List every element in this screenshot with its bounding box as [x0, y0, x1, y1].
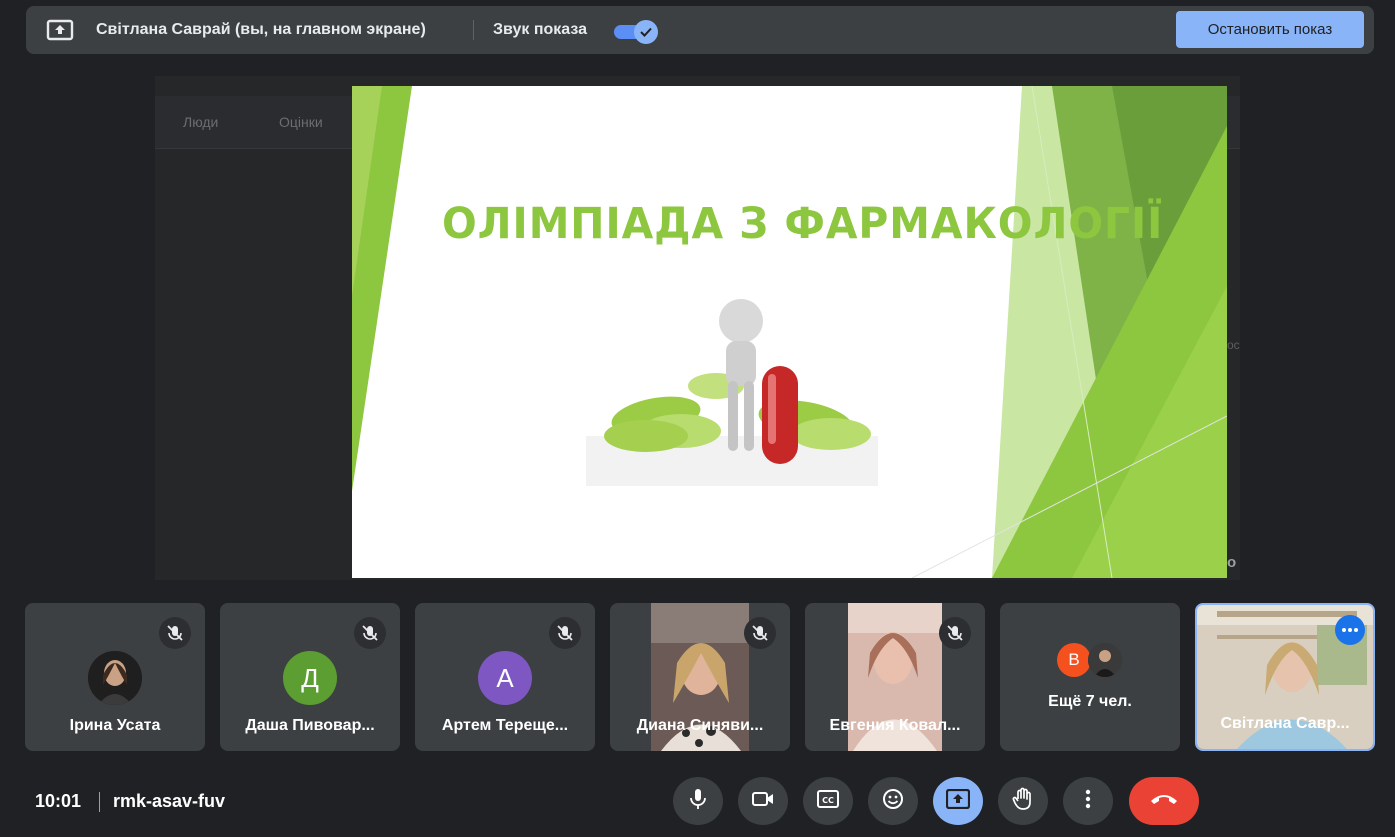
participant-name: Даша Пивовар... [245, 717, 375, 734]
participant-tile[interactable]: А Артем Терещe... [415, 603, 595, 751]
background-tab-grades: Оцінки [279, 114, 323, 130]
meeting-code: rmk-asav-fuv [113, 791, 226, 811]
participant-name: Диана Синяви... [636, 717, 764, 734]
hand-icon [1012, 787, 1034, 816]
participant-tile[interactable]: Евгения Ковал... [805, 603, 985, 751]
mic-off-icon [744, 617, 776, 649]
avatar [1088, 643, 1122, 677]
stop-presenting-button[interactable]: Остановить показ [1176, 11, 1364, 48]
participant-tile[interactable]: Диана Синяви... [610, 603, 790, 751]
pills-figure-image [586, 286, 878, 486]
presenting-bar: Світлана Саврай (вы, на главном экране) … [26, 6, 1374, 54]
background-fragment: о [1227, 554, 1237, 571]
check-icon [634, 20, 658, 44]
mic-off-icon [549, 617, 581, 649]
camera-button[interactable] [738, 777, 788, 825]
present-button[interactable] [933, 777, 983, 825]
mic-off-icon [939, 617, 971, 649]
self-view-tile[interactable]: Світлана Савр... [1195, 603, 1375, 751]
more-options-button[interactable] [1063, 777, 1113, 825]
emoji-button[interactable] [868, 777, 918, 825]
more-options-icon[interactable] [1335, 615, 1365, 645]
camera-icon [751, 790, 775, 813]
more-participants-count: Ещё 7 чел. [1048, 693, 1132, 710]
divider [99, 792, 100, 812]
captions-button[interactable]: CC [803, 777, 853, 825]
presenter-name: Світлана Саврай (вы, на главном экране) [96, 21, 426, 38]
sound-toggle[interactable] [614, 20, 660, 44]
more-participants-tile[interactable]: В Ещё 7 чел. [1000, 603, 1180, 751]
captions-icon: CC [817, 789, 839, 813]
emoji-icon [882, 788, 904, 815]
end-call-button[interactable] [1129, 777, 1199, 825]
presentation-slide: ОЛІМПІАДА З ФАРМАКОЛОГІЇ [352, 86, 1227, 578]
participant-name: Евгения Ковал... [829, 717, 961, 734]
mic-off-icon [159, 617, 191, 649]
avatar: Д [283, 651, 337, 705]
avatar [88, 651, 142, 705]
background-fragment: ос [1227, 338, 1240, 352]
raise-hand-button[interactable] [998, 777, 1048, 825]
background-tab-people: Люди [183, 114, 219, 130]
svg-text:CC: CC [822, 796, 834, 805]
more-icon [1085, 789, 1091, 814]
participant-name: Світлана Савр... [1220, 715, 1350, 732]
present-screen-icon [46, 19, 74, 41]
divider [473, 20, 474, 40]
present-icon [945, 788, 971, 814]
mic-off-icon [354, 617, 386, 649]
end-call-icon [1149, 792, 1179, 811]
sound-label: Звук показа [493, 21, 587, 38]
mic-icon [688, 788, 708, 815]
mic-button[interactable] [673, 777, 723, 825]
participant-tile[interactable]: Д Даша Пивовар... [220, 603, 400, 751]
slide-title: ОЛІМПІАДА З ФАРМАКОЛОГІЇ [442, 199, 1164, 249]
avatar: А [478, 651, 532, 705]
clock: 10:01 [35, 791, 82, 811]
avatar: В [1057, 643, 1091, 677]
participant-name: Артем Терещe... [441, 717, 569, 734]
participant-tile[interactable]: Ірина Усата [25, 603, 205, 751]
participant-name: Ірина Усата [69, 717, 161, 734]
